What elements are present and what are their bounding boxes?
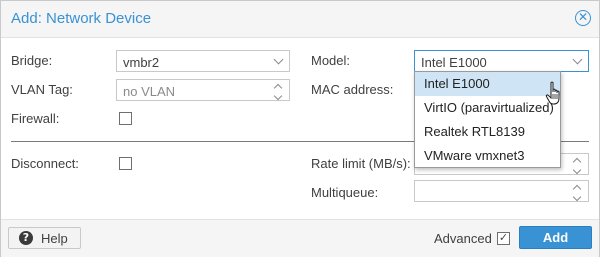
multiqueue-input[interactable] xyxy=(414,180,589,202)
dropdown-option[interactable]: VirtIO (paravirtualized) xyxy=(415,96,560,120)
spinner-icon[interactable] xyxy=(267,80,289,100)
vlan-tag-label: VLAN Tag: xyxy=(11,82,73,97)
advanced-label: Advanced xyxy=(434,231,492,246)
bridge-label: Bridge: xyxy=(11,53,53,68)
spinner-icon[interactable] xyxy=(566,181,588,201)
chevron-down-icon[interactable] xyxy=(267,51,289,71)
spinner-icon[interactable] xyxy=(566,154,588,174)
model-value: Intel E1000 xyxy=(421,55,487,70)
help-button-label: Help xyxy=(41,230,68,246)
dialog-header: Add: Network Device ✕ xyxy=(1,1,599,38)
rate-limit-label: Rate limit (MB/s): xyxy=(311,156,411,171)
disconnect-checkbox[interactable] xyxy=(119,157,132,170)
close-icon[interactable]: ✕ xyxy=(575,10,591,26)
model-dropdown-list: Intel E1000 VirtIO (paravirtualized) Rea… xyxy=(414,71,561,168)
dropdown-option[interactable]: VMware vmxnet3 xyxy=(415,144,560,168)
vlan-tag-placeholder: no VLAN xyxy=(123,84,176,99)
advanced-checkbox[interactable]: ✓ xyxy=(497,232,510,245)
firewall-label: Firewall: xyxy=(11,111,60,126)
question-icon: ? xyxy=(19,231,33,245)
help-button[interactable]: ? Help xyxy=(8,227,81,249)
multiqueue-label: Multiqueue: xyxy=(311,185,379,200)
dropdown-option[interactable]: Realtek RTL8139 xyxy=(415,120,560,144)
firewall-checkbox[interactable] xyxy=(119,112,132,125)
add-network-device-dialog: Add: Network Device ✕ Bridge: vmbr2 VLAN… xyxy=(0,0,600,257)
hand-cursor-icon xyxy=(545,81,560,105)
dialog-title: Add: Network Device xyxy=(11,10,152,27)
bridge-value: vmbr2 xyxy=(123,55,160,70)
mac-address-label: MAC address: xyxy=(311,82,394,97)
model-select[interactable]: Intel E1000 xyxy=(414,50,589,72)
disconnect-label: Disconnect: xyxy=(11,156,79,171)
add-button[interactable]: Add xyxy=(519,226,592,249)
vlan-tag-input[interactable]: no VLAN xyxy=(116,79,290,101)
dialog-footer: ? Help Advanced ✓ Add xyxy=(1,219,599,257)
dropdown-option[interactable]: Intel E1000 xyxy=(415,72,560,96)
chevron-down-icon[interactable] xyxy=(566,51,588,71)
model-label: Model: xyxy=(311,53,351,68)
bridge-select[interactable]: vmbr2 xyxy=(116,50,290,72)
